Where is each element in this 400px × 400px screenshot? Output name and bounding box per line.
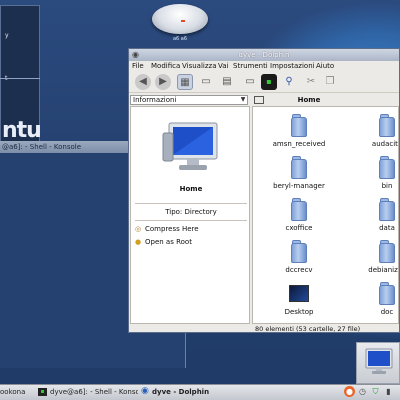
folder-icon [379, 159, 395, 179]
forward-icon[interactable]: ▶ [155, 74, 171, 90]
info-panel: Home Tipo: Directory ◎ Compress Here ● O… [130, 106, 250, 324]
dolphin-window[interactable]: ◉ dyve - Dolphin File Modifica Visualizz… [128, 48, 400, 333]
view-columns-icon[interactable]: ▤ [219, 74, 235, 90]
file-item[interactable]: data [253, 195, 398, 235]
location-label[interactable]: Home [269, 96, 349, 104]
home-monitor-icon [162, 122, 218, 170]
menu-modifica[interactable]: Modifica [151, 62, 180, 70]
cut-icon[interactable]: ✂ [303, 74, 319, 90]
divider [135, 203, 247, 204]
taskbar-item[interactable]: ookona [0, 386, 36, 398]
device-label: a6 a6 [172, 36, 188, 42]
action-compress-here[interactable]: Compress Here [145, 225, 199, 233]
menu-impostazioni[interactable]: Impostazioni [270, 62, 315, 70]
compress-icon[interactable]: ◎ [134, 225, 142, 233]
desktop-preview-tile[interactable] [356, 342, 400, 384]
file-item-name: debianizza [368, 266, 398, 274]
mounted-device-icon[interactable] [152, 4, 208, 34]
item-type-label: Tipo: Directory [165, 208, 217, 216]
file-item-name: data [379, 224, 395, 232]
view-icons-icon[interactable]: ▦ [177, 74, 193, 90]
chevron-down-icon[interactable]: ▼ [239, 96, 247, 104]
folder-icon [379, 243, 395, 263]
folder-icon [379, 201, 395, 221]
dolphin-icon: ◉ [141, 386, 149, 396]
taskbar-item-active[interactable]: dyve - Dolphin [152, 386, 222, 398]
clock-icon[interactable]: ◷ [357, 386, 368, 397]
menu-bar: File Modifica Visualizza Vai Strumenti I… [129, 61, 399, 72]
location-toggle-button[interactable] [254, 96, 264, 104]
file-item[interactable]: audacity [253, 111, 398, 151]
taskbar-item[interactable]: dyve@a6]: - Shell - Konso [50, 386, 138, 398]
menu-aiuto[interactable]: Aiuto [316, 62, 334, 70]
file-item-name: doc [380, 308, 394, 316]
file-item-name: bin [381, 182, 393, 190]
file-item[interactable]: doc [253, 279, 398, 319]
selected-item-name: Home [179, 185, 203, 193]
menu-visualizza[interactable]: Visualizza [182, 62, 216, 70]
panel-selector[interactable]: Informazioni [130, 95, 248, 105]
root-icon[interactable]: ● [134, 238, 142, 246]
fox-icon[interactable]: ● [344, 386, 355, 397]
menu-strumenti[interactable]: Strumenti [233, 62, 268, 70]
monitor-icon [365, 348, 393, 374]
status-bar: 80 elementi (53 cartelle, 27 file) [255, 325, 361, 333]
menu-file[interactable]: File [132, 62, 144, 70]
file-item[interactable]: debianizza [253, 237, 398, 277]
divider [0, 78, 40, 79]
back-icon[interactable]: ◀ [135, 74, 151, 90]
terminal-icon[interactable]: ▪ [261, 74, 277, 90]
file-item-name: audacity [371, 140, 398, 148]
divider [135, 220, 247, 221]
window-title: dyve - Dolphin [238, 51, 290, 59]
toolbar: ◀ ▶ ▦ ▭ ▤ ▭ ▪ ⚲ ✂ ❐ [129, 72, 399, 93]
ubuntu-window-text: y [5, 32, 9, 39]
file-view[interactable]: amsn_receivedaudacityberyl-managerbincxo… [252, 106, 399, 324]
folder-icon [379, 285, 395, 305]
device-led-indicator [181, 20, 185, 22]
menu-vai[interactable]: Vai [218, 62, 228, 70]
folder-icon [379, 117, 395, 137]
shield-icon[interactable]: ⛉ [370, 386, 381, 397]
action-open-as-root[interactable]: Open as Root [145, 238, 192, 246]
konsole-titlebar[interactable]: @a6]: - Shell - Konsole [0, 141, 130, 153]
view-details-icon[interactable]: ▭ [198, 74, 214, 90]
copy-icon[interactable]: ❐ [322, 74, 338, 90]
search-icon[interactable]: ⚲ [281, 74, 297, 90]
ubuntu-logo-text: ntu [2, 118, 42, 143]
konsole-icon: ▪ [38, 388, 47, 396]
network-icon[interactable]: ▮ [383, 386, 394, 397]
file-item[interactable]: bin [253, 153, 398, 193]
preview-icon[interactable]: ▭ [242, 74, 258, 90]
